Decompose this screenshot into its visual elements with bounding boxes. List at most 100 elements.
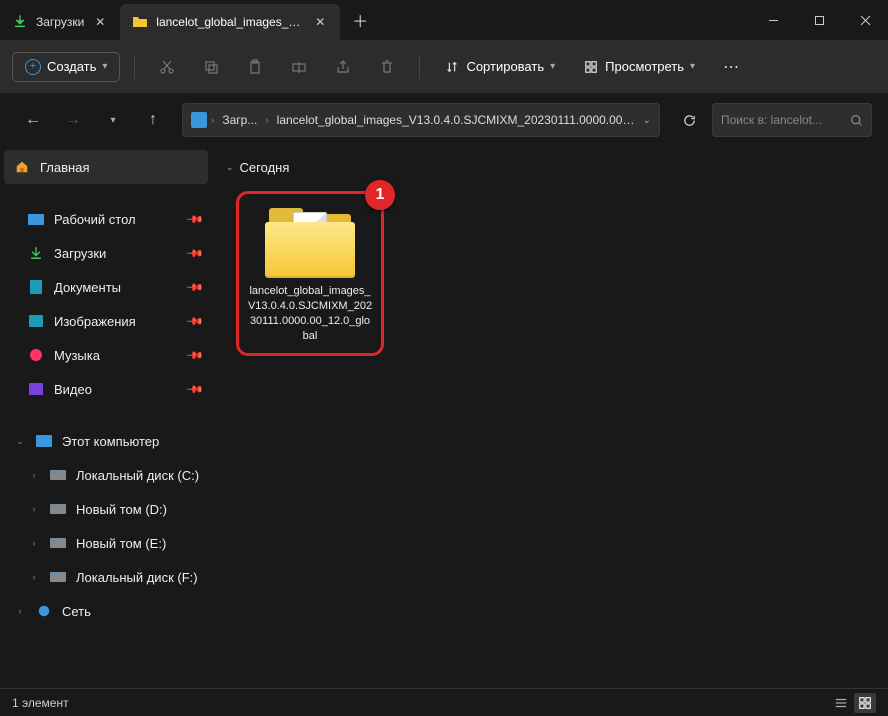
sidebar-item-music[interactable]: Музыка 📌	[0, 338, 212, 372]
breadcrumb-seg[interactable]: Загр...	[218, 111, 261, 129]
new-tab-button[interactable]: ＋	[340, 0, 380, 40]
copy-button[interactable]	[193, 49, 229, 85]
chevron-down-icon: ▾	[690, 61, 695, 72]
breadcrumb-seg[interactable]: lancelot_global_images_V13.0.4.0.SJCMIXM…	[273, 111, 639, 129]
sidebar-item-label: Локальный диск (F:)	[76, 570, 202, 585]
separator	[419, 55, 420, 79]
titlebar: Загрузки ✕ lancelot_global_images_V13.0 …	[0, 0, 888, 40]
up-button[interactable]: ↑	[136, 103, 170, 137]
sidebar-item-label: Локальный диск (C:)	[76, 468, 202, 483]
sidebar-item-label: Главная	[40, 160, 198, 175]
window-controls	[750, 0, 888, 40]
sidebar-item-label: Сеть	[62, 604, 202, 619]
separator	[134, 55, 135, 79]
sidebar-item-label: Новый том (D:)	[76, 502, 202, 517]
chevron-down-icon: ▾	[550, 61, 555, 72]
network-icon	[36, 603, 52, 619]
navigation-bar: ← → ▾ ↑ › Загр... › lancelot_global_imag…	[0, 94, 888, 146]
paste-button[interactable]	[237, 49, 273, 85]
sidebar-item-drive-d[interactable]: › Новый том (D:)	[0, 492, 212, 526]
pc-icon	[36, 433, 52, 449]
plus-icon: +	[25, 59, 41, 75]
create-label: Создать	[47, 59, 96, 74]
pc-icon	[191, 112, 207, 128]
folder-large-icon	[265, 208, 355, 278]
recent-dropdown[interactable]: ▾	[96, 103, 130, 137]
address-bar[interactable]: › Загр... › lancelot_global_images_V13.0…	[182, 103, 660, 137]
tab-label: lancelot_global_images_V13.0	[156, 15, 304, 29]
sidebar-item-label: Видео	[54, 382, 178, 397]
folder-item[interactable]: 1 lancelot_global_images_V13.0.4.0.SJCMI…	[236, 191, 384, 356]
cut-button[interactable]	[149, 49, 185, 85]
documents-icon	[28, 279, 44, 295]
sort-icon	[444, 59, 460, 75]
search-icon	[850, 114, 863, 127]
pin-icon: 📌	[186, 380, 205, 399]
pin-icon: 📌	[186, 278, 205, 297]
delete-button[interactable]	[369, 49, 405, 85]
sort-label: Сортировать	[466, 59, 544, 74]
sidebar-item-label: Рабочий стол	[54, 212, 178, 227]
sidebar-item-network[interactable]: › Сеть	[0, 594, 212, 628]
sort-button[interactable]: Сортировать ▾	[434, 53, 565, 81]
chevron-down-icon: ▾	[102, 61, 107, 72]
tab-downloads[interactable]: Загрузки ✕	[0, 4, 120, 40]
status-bar: 1 элемент	[0, 688, 888, 716]
create-button[interactable]: + Создать ▾	[12, 52, 120, 82]
pin-icon: 📌	[186, 346, 205, 365]
close-window-button[interactable]	[842, 0, 888, 40]
main-area: Главная Рабочий стол 📌 Загрузки 📌 Докуме…	[0, 146, 888, 688]
sidebar-item-videos[interactable]: Видео 📌	[0, 372, 212, 406]
minimize-button[interactable]	[750, 0, 796, 40]
sidebar-item-desktop[interactable]: Рабочий стол 📌	[0, 202, 212, 236]
sidebar-item-drive-f[interactable]: › Локальный диск (F:)	[0, 560, 212, 594]
tab-label: Загрузки	[36, 15, 84, 29]
pin-icon: 📌	[186, 210, 205, 229]
chevron-right-icon: ›	[211, 115, 214, 126]
chevron-right-icon[interactable]: ›	[28, 504, 40, 514]
sidebar-item-documents[interactable]: Документы 📌	[0, 270, 212, 304]
chevron-right-icon[interactable]: ›	[28, 470, 40, 480]
rename-button[interactable]	[281, 49, 317, 85]
download-icon	[28, 245, 44, 261]
sidebar-item-this-pc[interactable]: ⌄ Этот компьютер	[0, 424, 212, 458]
sidebar-item-drive-c[interactable]: › Локальный диск (C:)	[0, 458, 212, 492]
group-header[interactable]: ⌄ Сегодня	[218, 156, 882, 179]
close-icon[interactable]: ✕	[312, 14, 328, 30]
drive-icon	[50, 535, 66, 551]
close-icon[interactable]: ✕	[92, 14, 108, 30]
sidebar-item-label: Музыка	[54, 348, 178, 363]
chevron-down-icon: ⌄	[226, 162, 234, 173]
chevron-right-icon[interactable]: ›	[28, 538, 40, 548]
maximize-button[interactable]	[796, 0, 842, 40]
chevron-down-icon[interactable]: ⌄	[14, 436, 26, 447]
drive-icon	[50, 569, 66, 585]
refresh-button[interactable]	[672, 103, 706, 137]
view-button[interactable]: Просмотреть ▾	[573, 53, 705, 81]
chevron-right-icon[interactable]: ›	[14, 606, 26, 616]
icons-view-button[interactable]	[854, 693, 876, 713]
video-icon	[28, 381, 44, 397]
home-icon	[14, 159, 30, 175]
chevron-right-icon[interactable]: ›	[28, 572, 40, 582]
back-button[interactable]: ←	[16, 103, 50, 137]
more-button[interactable]: ⋯	[713, 49, 749, 85]
search-input[interactable]: Поиск в: lancelot...	[712, 103, 872, 137]
group-label: Сегодня	[240, 160, 290, 175]
sidebar: Главная Рабочий стол 📌 Загрузки 📌 Докуме…	[0, 146, 212, 688]
content-pane[interactable]: ⌄ Сегодня 1 lancelot_global_images_V13.0…	[212, 146, 888, 688]
view-label: Просмотреть	[605, 59, 684, 74]
sidebar-item-pictures[interactable]: Изображения 📌	[0, 304, 212, 338]
tab-lancelot[interactable]: lancelot_global_images_V13.0 ✕	[120, 4, 340, 40]
forward-button[interactable]: →	[56, 103, 90, 137]
sidebar-item-home[interactable]: Главная	[4, 150, 208, 184]
sidebar-item-downloads[interactable]: Загрузки 📌	[0, 236, 212, 270]
sidebar-item-label: Новый том (E:)	[76, 536, 202, 551]
details-view-button[interactable]	[830, 693, 852, 713]
desktop-icon	[28, 211, 44, 227]
status-count: 1 элемент	[12, 696, 69, 710]
chevron-down-icon[interactable]: ⌄	[643, 115, 651, 126]
share-button[interactable]	[325, 49, 361, 85]
sidebar-item-drive-e[interactable]: › Новый том (E:)	[0, 526, 212, 560]
drive-icon	[50, 501, 66, 517]
